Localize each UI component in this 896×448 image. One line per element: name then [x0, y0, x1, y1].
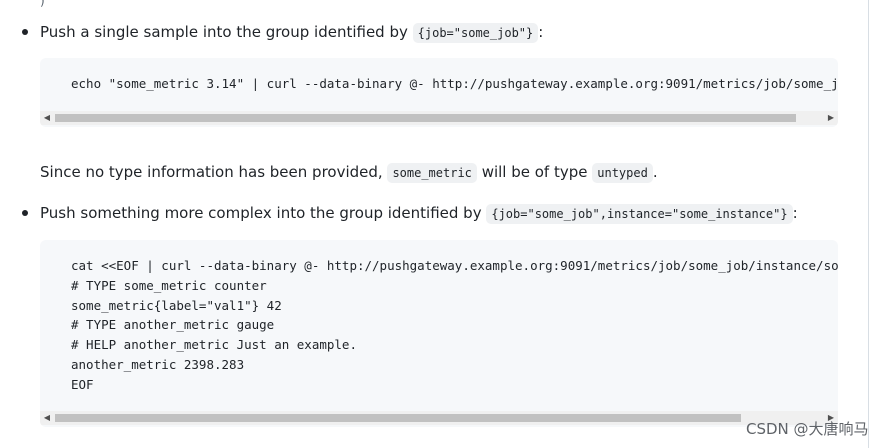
horizontal-scrollbar[interactable]: ◀ ▶ [40, 411, 838, 425]
right-divider [868, 0, 869, 448]
code-line: some_metric{label="val1"} 42 [71, 297, 282, 313]
scroll-left-arrow-icon[interactable]: ◀ [40, 111, 54, 125]
top-fragment-text: ) [40, 0, 45, 8]
bullet-dot-icon [22, 29, 28, 35]
code-block-heredoc-command[interactable]: cat <<EOF | curl --data-binary @- http:/… [40, 240, 838, 427]
code-block-echo-command[interactable]: echo "some_metric 3.14" | curl --data-bi… [40, 58, 838, 127]
scroll-right-arrow-icon[interactable]: ▶ [824, 111, 838, 125]
list-item-text-after: : [538, 23, 544, 41]
code-line: # HELP another_metric Just an example. [71, 337, 357, 353]
list-item-text: Push a single sample into the group iden… [40, 20, 543, 45]
code-line: cat <<EOF | curl --data-binary @- http:/… [71, 258, 838, 273]
csdn-watermark: CSDN @大唐响马 [746, 420, 869, 438]
code-block-lines: cat <<EOF | curl --data-binary @- http:/… [71, 256, 838, 395]
code-line: echo "some_metric 3.14" | curl --data-bi… [71, 76, 838, 91]
document-content: ) Push a single sample into the group id… [0, 0, 868, 448]
list-item-push-complex: Push something more complex into the gro… [0, 201, 860, 225]
list-item-text-after: : [792, 204, 798, 222]
scrollbar-thumb[interactable] [55, 114, 796, 122]
list-item-push-single-sample: Push a single sample into the group iden… [0, 20, 860, 44]
code-line: # TYPE some_metric counter [71, 277, 267, 293]
list-item-text-before: Push something more complex into the gro… [40, 204, 487, 222]
paragraph-text-after: . [652, 163, 658, 181]
list-item-text-before: Push a single sample into the group iden… [40, 23, 413, 41]
inline-code-job-instance-selector: {job="some_job",instance="some_instance"… [486, 204, 793, 224]
bullet-dot-icon [22, 210, 28, 216]
paragraph-text-middle: will be of type [476, 163, 593, 181]
scroll-left-arrow-icon[interactable]: ◀ [40, 411, 54, 425]
scrollbar-thumb[interactable] [55, 414, 741, 422]
inline-code-untyped: untyped [592, 163, 653, 183]
code-line: EOF [71, 376, 94, 392]
inline-code-job-selector: {job="some_job"} [412, 23, 539, 43]
code-line: another_metric 2398.283 [71, 356, 245, 372]
paragraph-text-before: Since no type information has been provi… [40, 163, 388, 181]
inline-code-some-metric: some_metric [387, 163, 477, 183]
list-item-text: Push something more complex into the gro… [40, 201, 798, 226]
paragraph-type-info: Since no type information has been provi… [40, 160, 860, 185]
horizontal-scrollbar[interactable]: ◀ ▶ [40, 111, 838, 125]
code-line: # TYPE another_metric gauge [71, 317, 275, 333]
